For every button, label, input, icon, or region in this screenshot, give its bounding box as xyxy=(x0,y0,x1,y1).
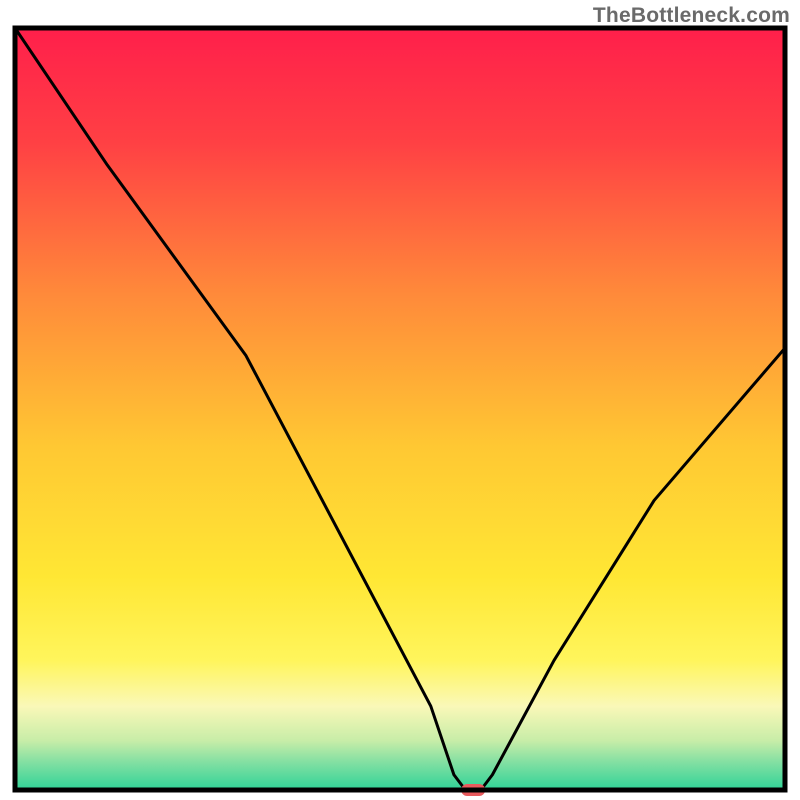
watermark-text: TheBottleneck.com xyxy=(593,4,790,28)
gradient-background xyxy=(15,28,785,790)
bottleneck-chart xyxy=(0,0,800,800)
chart-stage: TheBottleneck.com xyxy=(0,0,800,800)
